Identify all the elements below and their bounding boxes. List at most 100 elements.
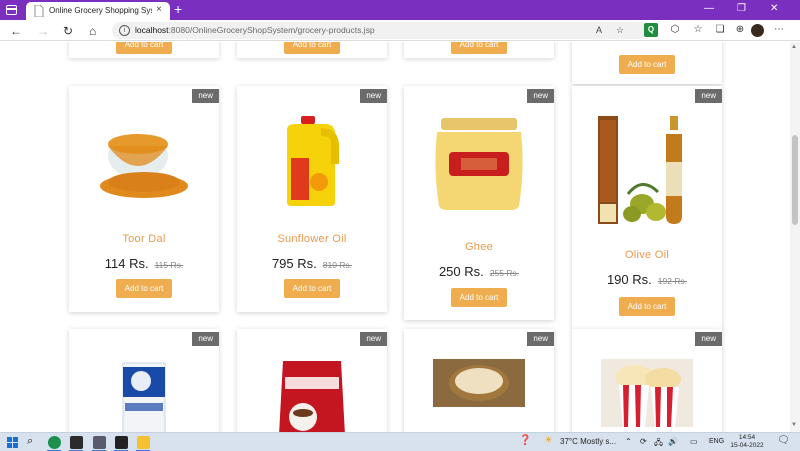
cashew-image bbox=[433, 359, 525, 407]
product-card: new bbox=[404, 329, 554, 432]
product-card: new bbox=[69, 329, 219, 432]
browser-tab[interactable]: Online Grocery Shopping System × bbox=[26, 2, 170, 20]
product-card-olive-oil: new Olive Oil 190 Rs. 192 Rs. Add to cart bbox=[572, 86, 722, 330]
add-to-cart-button[interactable]: Add to cart bbox=[619, 55, 675, 74]
old-price: 255 Rs. bbox=[489, 268, 520, 278]
scroll-down-icon[interactable]: ▼ bbox=[791, 422, 797, 428]
add-to-cart-button[interactable]: Add to cart bbox=[116, 42, 172, 54]
tab-actions-icon[interactable] bbox=[6, 5, 17, 15]
price-row: 250 Rs. 255 Rs. bbox=[404, 263, 554, 281]
product-card-toor-dal: new Toor Dal 114 Rs. 115 Rs. Add to cart bbox=[69, 86, 219, 312]
product-card-ghee: new Ghee 250 Rs. 255 Rs. Add to cart bbox=[404, 86, 554, 320]
windows-taskbar: ⌕ ❓ ☀ 37°C Mostly s... ⌃ ⟳ 🖧 🔊 ▭ ENG 14:… bbox=[0, 432, 800, 451]
file-explorer-icon[interactable] bbox=[137, 436, 150, 449]
page-scrollbar[interactable]: ▲ ▼ bbox=[790, 42, 800, 432]
site-info-icon[interactable]: i bbox=[119, 25, 130, 36]
weather-icon[interactable]: ☀ bbox=[544, 435, 553, 446]
add-to-cart-button[interactable]: Add to cart bbox=[116, 279, 172, 298]
product-name[interactable]: Olive Oil bbox=[572, 249, 722, 261]
nescafe-image bbox=[279, 361, 345, 432]
language-indicator[interactable]: ENG bbox=[709, 438, 724, 445]
notifications-icon[interactable]: 🗨 bbox=[777, 435, 790, 446]
price-row: 114 Rs. 115 Rs. bbox=[69, 255, 219, 273]
windows-start-icon[interactable] bbox=[7, 437, 18, 448]
read-aloud-icon[interactable]: A bbox=[596, 25, 602, 35]
product-name[interactable]: Sunflower Oil bbox=[237, 233, 387, 245]
new-badge: new bbox=[695, 332, 722, 346]
search-icon[interactable]: ⌕ bbox=[27, 435, 33, 448]
new-badge: new bbox=[192, 89, 219, 103]
olive-oil-image bbox=[598, 116, 682, 224]
page-favicon-icon bbox=[34, 5, 44, 17]
new-badge: new bbox=[360, 89, 387, 103]
profile-sync-icon[interactable]: ⊕ bbox=[733, 23, 747, 37]
forward-icon[interactable]: → bbox=[37, 24, 49, 38]
price-row: 795 Rs. 810 Rs. bbox=[237, 255, 387, 273]
tata-salt-image bbox=[122, 362, 166, 432]
sunflower-oil-image bbox=[287, 116, 339, 206]
price-row: 190 Rs. 192 Rs. bbox=[572, 271, 722, 289]
scrollbar-thumb[interactable] bbox=[792, 135, 798, 225]
tab-title: Online Grocery Shopping System bbox=[49, 6, 152, 15]
add-to-cart-button[interactable]: Add to cart bbox=[451, 288, 507, 307]
product-card: new bbox=[237, 329, 387, 432]
address-bar[interactable]: i localhost:8080/OnlineGroceryShopSystem… bbox=[112, 22, 650, 39]
add-to-cart-button[interactable]: Add to cart bbox=[284, 42, 340, 54]
add-to-cart-button[interactable]: Add to cart bbox=[619, 297, 675, 316]
minimize-icon[interactable]: — bbox=[704, 3, 714, 14]
close-window-icon[interactable]: ✕ bbox=[770, 3, 778, 14]
favorites-icon[interactable]: ☆ bbox=[691, 23, 705, 37]
product-card: Add to cart bbox=[404, 42, 554, 58]
product-card: new bbox=[572, 329, 722, 432]
battery-icon[interactable]: ▭ bbox=[690, 437, 698, 446]
url-text[interactable]: localhost:8080/OnlineGroceryShopSystem/g… bbox=[135, 25, 375, 35]
taskbar-clock[interactable]: 14:54 15-04-2022 bbox=[730, 434, 764, 450]
old-price: 192 Rs. bbox=[657, 276, 688, 286]
new-tab-button[interactable]: + bbox=[174, 1, 182, 17]
extension-icon[interactable]: Q bbox=[644, 23, 658, 37]
ghee-image bbox=[435, 118, 523, 210]
product-card: Add to cart bbox=[237, 42, 387, 58]
clock-time: 14:54 bbox=[738, 434, 756, 441]
restore-icon[interactable]: ❐ bbox=[737, 3, 746, 14]
new-badge: new bbox=[695, 89, 722, 103]
add-to-cart-button[interactable]: Add to cart bbox=[284, 279, 340, 298]
profile-avatar[interactable] bbox=[751, 24, 764, 37]
sync-icon[interactable]: ⟳ bbox=[640, 437, 647, 446]
new-badge: new bbox=[360, 332, 387, 346]
new-badge: new bbox=[527, 89, 554, 103]
cmd-app-icon[interactable] bbox=[115, 436, 128, 449]
popcorn-image bbox=[601, 359, 693, 427]
network-icon[interactable]: 🖧 bbox=[654, 437, 663, 451]
help-icon[interactable]: ❓ bbox=[519, 435, 531, 446]
browser-title-bar: Online Grocery Shopping System × + — ❐ ✕ bbox=[0, 0, 800, 20]
settings-app-icon[interactable] bbox=[93, 436, 106, 449]
product-name[interactable]: Ghee bbox=[404, 241, 554, 253]
refresh-icon[interactable]: ↻ bbox=[63, 24, 73, 38]
tracking-icon[interactable]: ⬡ bbox=[668, 23, 682, 37]
product-name[interactable]: Toor Dal bbox=[69, 233, 219, 245]
price: 114 Rs. bbox=[104, 256, 149, 271]
collections-icon[interactable]: ❏ bbox=[713, 23, 727, 37]
tab-close-icon[interactable]: × bbox=[156, 4, 162, 15]
old-price: 115 Rs. bbox=[154, 260, 184, 270]
weather-text[interactable]: 37°C Mostly s... bbox=[560, 437, 616, 446]
back-icon[interactable]: ← bbox=[10, 24, 22, 38]
clock-date: 15-04-2022 bbox=[730, 442, 764, 449]
tray-expand-icon[interactable]: ⌃ bbox=[625, 437, 632, 446]
edge-browser-icon[interactable] bbox=[48, 436, 61, 449]
home-icon[interactable]: ⌂ bbox=[89, 24, 96, 38]
volume-icon[interactable]: 🔊 bbox=[668, 437, 678, 446]
terminal-app-icon[interactable] bbox=[70, 436, 83, 449]
price: 250 Rs. bbox=[438, 264, 484, 279]
scroll-up-icon[interactable]: ▲ bbox=[791, 44, 797, 50]
add-to-cart-button[interactable]: Add to cart bbox=[451, 42, 507, 54]
more-menu-icon[interactable]: ⋯ bbox=[772, 23, 786, 37]
product-card: Add to cart bbox=[572, 42, 722, 84]
price: 795 Rs. bbox=[271, 256, 317, 271]
price: 190 Rs. bbox=[606, 272, 652, 287]
new-badge: new bbox=[527, 332, 554, 346]
favorite-star-icon[interactable]: ☆ bbox=[616, 25, 624, 36]
product-card-sunflower-oil: new Sunflower Oil 795 Rs. 810 Rs. Add to … bbox=[237, 86, 387, 312]
product-grid: Add to cart Add to cart Add to cart Add … bbox=[0, 42, 790, 432]
